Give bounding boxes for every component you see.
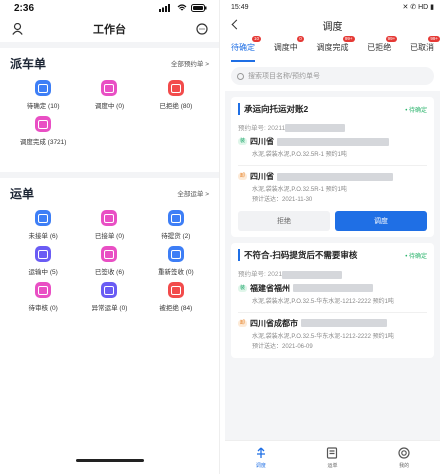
grid-item[interactable]: 已签收 (6) — [76, 246, 142, 276]
grid-item-label: 已拒绝 (80) — [159, 103, 193, 110]
card-title: 不符合-扫码提货后不需要审核 — [238, 249, 357, 262]
section-title: 派车单 — [10, 56, 47, 71]
grid-item-label: 调度完成 (3721) — [19, 139, 67, 146]
status-icon — [35, 210, 52, 226]
waybill-section: 运单 全部运单 > 未接单 (6) 已接单 (0) 待提货 (2) 运输中 (5) 已签… — [0, 178, 219, 316]
section-title: 运单 — [10, 186, 35, 201]
tab-waybill[interactable]: 运单 — [326, 446, 338, 469]
grid-item[interactable]: 调度完成 (3721) — [10, 116, 76, 146]
search-icon — [237, 72, 244, 80]
grid-item[interactable]: 已接单 (0) — [76, 210, 142, 240]
grid-item-label: 未接单 (6) — [28, 233, 58, 240]
page-title: 工作台 — [93, 24, 126, 36]
status-icon — [35, 80, 52, 96]
status-icon — [101, 80, 118, 96]
search-input[interactable]: 搜索项目名称/预约单号 — [231, 67, 434, 85]
status-bar: 2:36 — [0, 0, 219, 16]
grid-item[interactable]: 运输中 (5) — [10, 246, 76, 276]
home-indicator — [76, 459, 144, 462]
grid-item[interactable]: 待确定 (10) — [10, 80, 76, 110]
dispatch-button[interactable]: 调度 — [335, 211, 427, 232]
status-icon — [167, 80, 184, 96]
header: 调度 — [225, 14, 440, 36]
bottom-tab-bar: 调度 运单 我的 — [225, 440, 440, 474]
pickup-stop: 装四川省 水泥,袋装水泥,P.O.32.5R-1 预约1吨 — [238, 136, 427, 160]
status-bar: 15:49 ✕ ✆ HD ▮ — [225, 0, 440, 14]
status-icon — [167, 210, 184, 226]
grid-item-label: 重新签收 (0) — [157, 269, 194, 276]
pickup-stop: 装福建省福州 水泥,袋装水泥,P.O.32.5-华东水泥-1212-2222 预… — [238, 283, 394, 305]
grid-item[interactable]: 调度中 (0) — [76, 80, 142, 110]
user-icon[interactable] — [10, 22, 24, 36]
dispatch-card[interactable]: 承运向托运对账2 • 待确定 预约单号: 20211 装四川省 水泥,袋装水泥,… — [231, 97, 434, 238]
dispatch-screen: 15:49 ✕ ✆ HD ▮ 调度 待确定 10 调度中 0 调度完成 99+ 已拒绝… — [225, 0, 440, 474]
grid-item-label: 异常运单 (0) — [91, 305, 128, 312]
reject-button[interactable]: 拒绝 — [238, 211, 330, 232]
chat-icon[interactable] — [195, 22, 209, 36]
grid-item[interactable]: 待提货 (2) — [143, 210, 209, 240]
delivery-stop: 卸四川省 水泥,袋装水泥,P.O.32.5R-1 预约1吨 预计送达：2021-… — [238, 171, 427, 205]
dispatch-card[interactable]: 不符合-扫码提货后不需要审核 • 待确定 预约单号: 2021 装福建省福州 水… — [231, 243, 434, 358]
grid-item-label: 调度中 (0) — [94, 103, 125, 110]
card-title: 承运向托运对账2 — [238, 103, 308, 115]
status-icon — [101, 210, 118, 226]
status-time: 15:49 — [231, 3, 249, 11]
grid-item[interactable]: 重新签收 (0) — [143, 246, 209, 276]
tab-dispatching[interactable]: 调度中 0 — [274, 36, 304, 62]
status-icons: ✕ ✆ HD ▮ — [402, 4, 434, 11]
tab-cancelled[interactable]: 已取消 99+ — [410, 36, 440, 62]
wifi-icon — [177, 4, 187, 11]
status-icon — [167, 246, 184, 262]
dispatch-order-section: 派车单 全部预约单 > 待确定 (10) 调度中 (0) 已拒绝 (80) 调度完成 … — [0, 48, 219, 172]
tab-pending[interactable]: 待确定 10 — [231, 36, 261, 62]
grid-item[interactable]: 待审核 (0) — [10, 282, 76, 312]
battery-icon — [191, 4, 207, 12]
status-icon — [101, 246, 118, 262]
header: 工作台 — [0, 16, 219, 42]
search-placeholder: 搜索项目名称/预约单号 — [248, 73, 320, 80]
grid-item-label: 运输中 (5) — [28, 269, 58, 276]
order-number: 预约单号: 2021 — [238, 268, 427, 279]
grid-item-label: 已接单 (0) — [94, 233, 125, 240]
delivery-stop: 卸四川省成都市 水泥,袋装水泥,P.O.32.5-华东水泥-1212-2222 … — [238, 318, 394, 350]
waybill-icon — [327, 446, 338, 459]
status-icons — [159, 4, 207, 12]
tab-profile[interactable]: 我的 — [398, 446, 410, 469]
all-waybills-link[interactable]: 全部运单 > — [177, 188, 209, 198]
status-icon — [35, 246, 52, 262]
grid-item-label: 已签收 (6) — [94, 269, 125, 276]
all-bookings-link[interactable]: 全部预约单 > — [171, 58, 209, 68]
profile-icon — [398, 446, 410, 459]
tab-completed[interactable]: 调度完成 99+ — [317, 36, 355, 62]
grid-item-label: 待确定 (10) — [26, 103, 60, 110]
grid-item[interactable]: 被拒绝 (84) — [143, 282, 209, 312]
grid-item[interactable]: 已拒绝 (80) — [143, 80, 209, 110]
dispatch-icon — [256, 447, 265, 458]
status-icon — [167, 282, 184, 298]
page-title: 调度 — [322, 21, 343, 33]
status-tabs: 待确定 10 调度中 0 调度完成 99+ 已拒绝 99+ 已取消 99+ — [225, 36, 440, 62]
tab-dispatch[interactable]: 调度 — [255, 447, 267, 469]
grid-item-label: 被拒绝 (84) — [159, 305, 193, 312]
status-icon — [35, 282, 52, 298]
signal-icon — [159, 4, 170, 12]
grid-item-label: 待提货 (2) — [161, 233, 191, 240]
status-badge: • 待确定 — [405, 253, 427, 260]
order-number: 预约单号: 20211 — [238, 122, 427, 133]
status-time: 2:36 — [14, 2, 35, 14]
grid-item-label: 待审核 (0) — [28, 305, 58, 312]
status-badge: • 待确定 — [405, 107, 427, 114]
grid-item[interactable]: 未接单 (6) — [10, 210, 76, 240]
grid-item[interactable]: 异常运单 (0) — [76, 282, 142, 312]
back-icon[interactable] — [231, 19, 242, 30]
workbench-screen: 2:36 工作台 派车单 全部预约单 > 待确定 (10) 调度中 (0) 已拒绝 … — [0, 0, 220, 474]
status-icon — [35, 116, 52, 132]
tab-rejected[interactable]: 已拒绝 99+ — [367, 36, 398, 62]
status-icon — [101, 282, 118, 298]
